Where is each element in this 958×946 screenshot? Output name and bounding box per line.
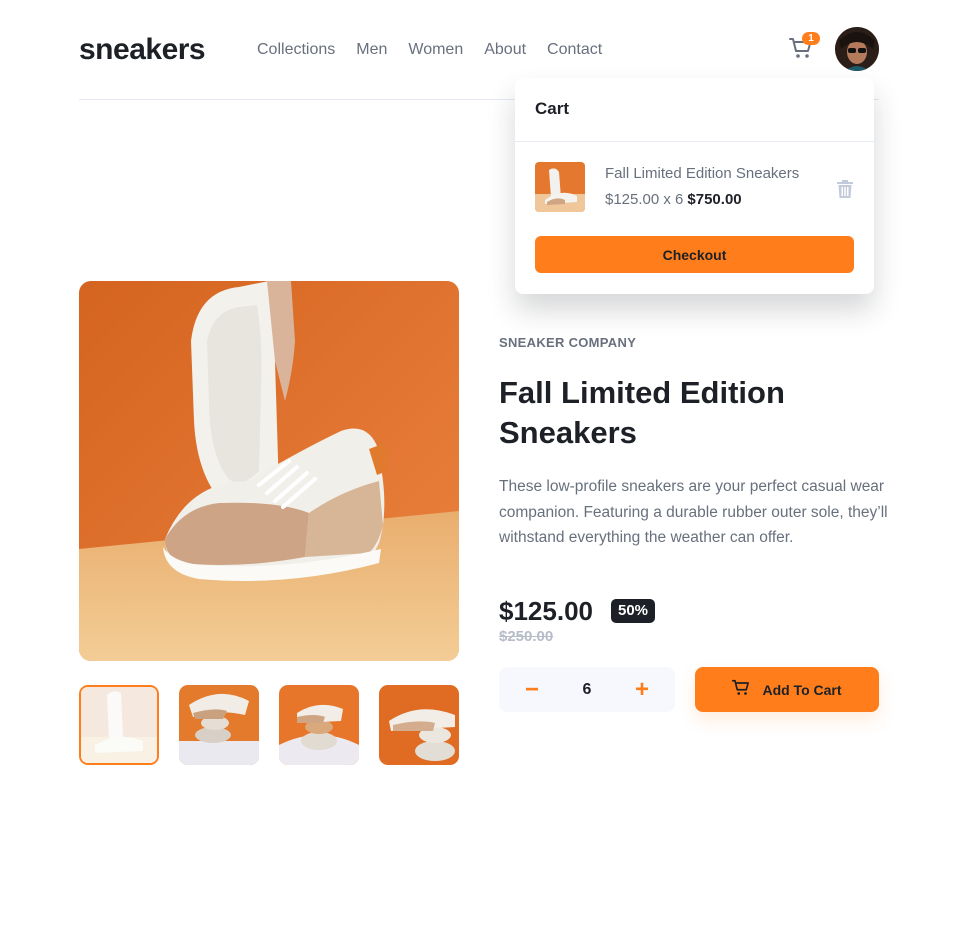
quantity-stepper: − 6 + (499, 667, 675, 712)
thumbnail-1[interactable] (79, 685, 159, 765)
cart-divider (515, 141, 874, 142)
main-nav: Collections Men Women About Contact (257, 40, 602, 60)
product-title: Fall Limited Edition Sneakers (499, 375, 785, 450)
plus-button[interactable]: + (622, 667, 662, 712)
add-to-cart-button[interactable]: Add To Cart (695, 667, 879, 712)
product-description: These low-profile sneakers are your perf… (499, 478, 888, 546)
nav-contact[interactable]: Contact (547, 40, 602, 60)
cart-item-unit-price: $125.00 x 6 (605, 191, 684, 208)
thumbnail-3[interactable] (279, 685, 359, 765)
thumbnail-4[interactable] (379, 685, 459, 765)
checkout-button[interactable]: Checkout (535, 236, 854, 273)
quantity-value: 6 (582, 681, 592, 698)
cart-title: Cart (535, 99, 570, 118)
nav-women[interactable]: Women (408, 40, 463, 60)
product-main-image[interactable] (79, 281, 459, 661)
thumbnail-2[interactable] (179, 685, 259, 765)
cart-item-thumbnail (535, 162, 585, 212)
current-price: $125.00 (499, 596, 593, 626)
cart-count-badge: 1 (802, 32, 820, 45)
nav-collections[interactable]: Collections (257, 40, 335, 60)
add-to-cart-label: Add To Cart (762, 681, 842, 698)
original-price: $250.00 (499, 628, 554, 645)
minus-button[interactable]: − (512, 667, 552, 712)
discount-badge: 50% (611, 599, 656, 623)
cart-item-price: $125.00 x 6 $750.00 (605, 191, 742, 208)
avatar[interactable] (835, 27, 879, 71)
cart-item-total: $750.00 (687, 191, 742, 208)
nav-men[interactable]: Men (356, 40, 387, 60)
cart-item-name: Fall Limited Edition Sneakers (605, 165, 800, 182)
nav-about[interactable]: About (484, 40, 526, 60)
cart-icon (732, 679, 750, 701)
company-name: SNEAKER COMPANY (499, 335, 637, 350)
cart-dropdown: Cart Fall Limited Edition Sneakers $125.… (515, 78, 874, 294)
trash-icon[interactable] (837, 180, 853, 198)
logo[interactable]: sneakers (79, 33, 206, 67)
